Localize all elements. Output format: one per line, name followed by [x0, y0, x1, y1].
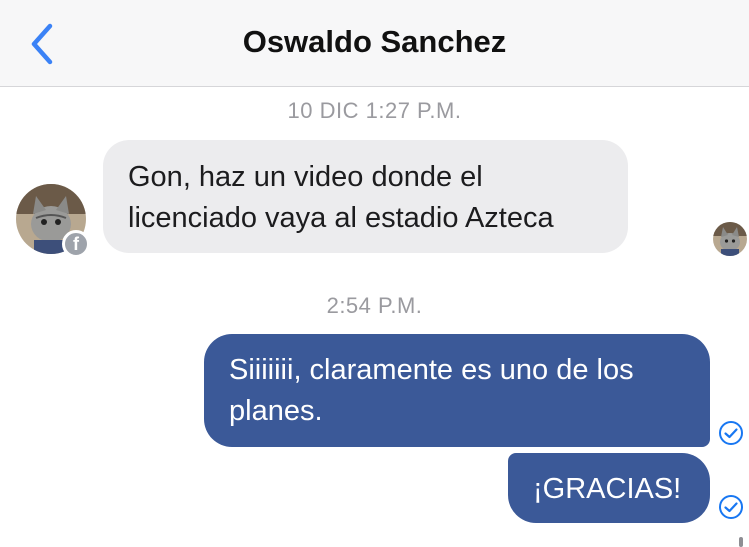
conversation-header: Oswaldo Sanchez — [0, 0, 749, 87]
read-receipt-avatar — [713, 222, 747, 256]
message-timestamp: 2:54 P.M. — [326, 293, 423, 318]
outgoing-message-bubble[interactable]: Siiiiiii, claramente es uno de los plane… — [204, 334, 710, 447]
check-circle-icon — [719, 495, 743, 519]
message-timestamp: 10 DIC 1:27 P.M. — [287, 98, 462, 123]
outgoing-message-bubble[interactable]: ¡GRACIAS! — [508, 453, 710, 523]
check-circle-icon — [719, 421, 743, 445]
incoming-message-bubble[interactable]: Gon, haz un video donde el licenciado va… — [103, 140, 628, 253]
facebook-icon: f — [62, 230, 90, 258]
scrollbar[interactable] — [739, 537, 743, 547]
contact-name[interactable]: Oswaldo Sanchez — [0, 24, 749, 60]
